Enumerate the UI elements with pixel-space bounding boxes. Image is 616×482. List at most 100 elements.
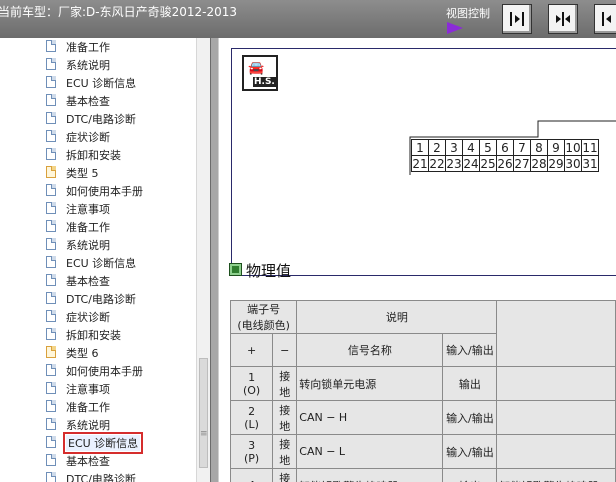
tree-item-label: DTC/电路诊断 — [66, 473, 136, 482]
connector-pin: 2 — [428, 139, 446, 156]
tree-item-label: 注意事项 — [66, 383, 110, 396]
connector-pin: 25 — [479, 155, 497, 172]
split-view-button[interactable] — [548, 4, 578, 34]
pane-splitter[interactable] — [210, 38, 219, 482]
tree-item-label: ECU 诊断信息 — [66, 257, 137, 270]
collapse-left-icon — [510, 12, 524, 26]
terminal-minus-cell: 接地 — [272, 468, 298, 482]
signal-name-header: 信号名称 — [296, 333, 444, 367]
connector-pin: 1 — [411, 139, 429, 156]
connector-pin: 6 — [496, 139, 514, 156]
document-icon — [46, 148, 56, 160]
tree-item-label: ECU 诊断信息 — [62, 432, 144, 454]
connector-pin: 30 — [564, 155, 582, 172]
extra-header — [496, 300, 616, 367]
extra-cell — [496, 434, 616, 469]
description-header: 说明 — [296, 300, 498, 334]
tree-item-label: 类型 6 — [66, 347, 99, 360]
book-icon — [46, 346, 56, 358]
tree-item-label: 如何使用本手册 — [66, 185, 143, 198]
document-icon — [46, 382, 56, 394]
connector-pin: 31 — [581, 155, 599, 172]
document-icon — [46, 472, 56, 482]
extra-cell — [496, 366, 616, 401]
io-cell: 输出 — [442, 468, 498, 482]
io-header: 输入/输出 — [442, 333, 498, 367]
document-icon — [46, 220, 56, 232]
tree-item-label: 症状诊断 — [66, 311, 110, 324]
section-title-text: 物理值 — [246, 262, 292, 280]
view-control-label: 视图控制 — [446, 7, 490, 20]
signal-name-cell: CAN − L — [296, 434, 444, 469]
section-bullet-icon — [229, 263, 242, 276]
tree-item-label: 基本检查 — [66, 455, 110, 468]
table-row: 3 (P) 接地 CAN − L 输入/输出 — [229, 434, 616, 469]
tree-item-label: 准备工作 — [66, 401, 110, 414]
document-icon — [46, 310, 56, 322]
tree-item-label: 拆卸和安装 — [66, 329, 121, 342]
tree-item-label: 准备工作 — [66, 221, 110, 234]
navigation-tree: 准备工作 系统说明 ECU 诊断信息 基本检查 DTC/电路诊断 症状诊断 拆卸和安装 类型 … — [0, 38, 196, 482]
tree-scrollbar-thumb[interactable] — [199, 358, 208, 468]
table-row: 4接地智能钥匙警告蜂鸣器输出智能钥匙警告蜂鸣器 — [229, 468, 616, 482]
document-icon — [46, 40, 56, 52]
tree-item-label: 症状诊断 — [66, 131, 110, 144]
tree-item-label: 准备工作 — [66, 41, 110, 54]
expand-right-icon — [602, 12, 611, 26]
io-cell: 输入/输出 — [442, 400, 498, 435]
top-bar: 当前车型：厂家:D-东风日产奇骏2012-2013 视图控制 — [0, 0, 616, 38]
play-icon[interactable] — [447, 22, 463, 34]
connector-pin: 11 — [581, 139, 599, 156]
signal-name-cell: CAN − H — [296, 400, 444, 435]
connector-pin: 27 — [513, 155, 531, 172]
table-row: 1 (O) 接地 转向锁单元电源 输出 — [229, 366, 616, 401]
connector-pin: 21 — [411, 155, 429, 172]
document-icon — [46, 112, 56, 124]
table-row: 2 (L) 接地 CAN − H 输入/输出 — [229, 400, 616, 435]
document-icon — [46, 400, 56, 412]
signal-name-cell: 智能钥匙警告蜂鸣器 — [296, 468, 444, 482]
document-icon — [46, 94, 56, 106]
document-icon — [46, 58, 56, 70]
current-vehicle-label: 当前车型：厂家:D-东风日产奇骏2012-2013 — [0, 5, 238, 19]
terminal-header: 端子号 (电线颜色) — [229, 300, 298, 334]
connector-pin-table: 1 2 3 4 5 6 7 8 9 10 11 21 22 23 24 25 26 27 28 29 30 31 — [411, 139, 599, 172]
connector-diagram: 🚘 H.S. 1 2 3 4 5 6 7 8 9 10 11 21 22 23 24 25 26 27 28 29 3… — [231, 48, 616, 276]
book-icon — [46, 166, 56, 178]
document-icon — [46, 184, 56, 196]
terminal-plus-cell: 3 (P) — [229, 434, 274, 469]
split-view-icon — [556, 12, 570, 26]
document-icon — [46, 454, 56, 466]
physical-values-table: 端子号 (电线颜色) 说明 + − 信号名称 输入/输出 1 (O) 接地 转向锁单… — [229, 300, 616, 482]
tree-item-label: 基本检查 — [66, 275, 110, 288]
connector-pin: 9 — [547, 139, 565, 156]
hs-car-icon: 🚘 H.S. — [242, 55, 278, 91]
document-icon — [46, 256, 56, 268]
expand-right-button[interactable] — [594, 4, 616, 34]
connector-pin: 24 — [462, 155, 480, 172]
tree-item-label: DTC/电路诊断 — [66, 293, 136, 306]
terminal-minus-cell: 接地 — [272, 400, 298, 435]
tree-item-label: 系统说明 — [66, 419, 110, 432]
document-icon — [46, 364, 56, 376]
tree-item-label: ECU 诊断信息 — [66, 77, 137, 90]
document-icon — [46, 292, 56, 304]
collapse-left-button[interactable] — [502, 4, 532, 34]
document-icon — [46, 202, 56, 214]
terminal-plus-cell: 4 — [229, 468, 274, 482]
connector-pin: 10 — [564, 139, 582, 156]
plus-header: + — [229, 333, 274, 367]
connector-pin: 26 — [496, 155, 514, 172]
tree-item-label: 如何使用本手册 — [66, 365, 143, 378]
tree-item-label: 类型 5 — [66, 167, 99, 180]
terminal-minus-cell: 接地 — [272, 366, 298, 401]
tree-item-label: 基本检查 — [66, 95, 110, 108]
tree-scrollbar[interactable]: ≡ — [196, 38, 210, 482]
terminal-plus-cell: 1 (O) — [229, 366, 274, 401]
tree-item-label: DTC/电路诊断 — [66, 113, 136, 126]
connector-pin: 3 — [445, 139, 463, 156]
connector-pin: 4 — [462, 139, 480, 156]
tree-item-label: 注意事项 — [66, 203, 110, 216]
document-icon — [46, 238, 56, 250]
connector-pin: 8 — [530, 139, 548, 156]
